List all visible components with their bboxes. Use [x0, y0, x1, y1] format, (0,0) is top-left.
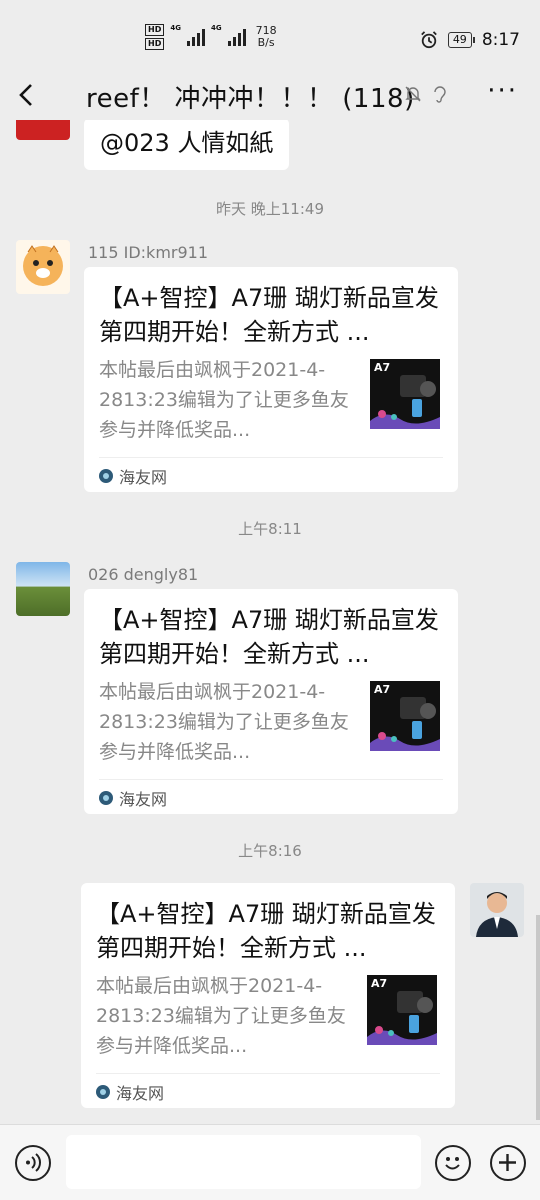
clock: 8:17: [481, 30, 520, 50]
network-type-label: 4G: [170, 24, 181, 32]
link-card[interactable]: 【A+智控】A7珊 瑚灯新品宣发 第四期开始！全新方式 ... 本帖最后由飒枫于…: [84, 589, 458, 814]
chat-header: reef！ 冲冲冲！！！ (118) ···: [0, 70, 540, 120]
alarm-icon: [420, 31, 437, 49]
link-card[interactable]: 【A+智控】A7珊 瑚灯新品宣发 第四期开始！全新方式 ... 本帖最后由飒枫于…: [84, 267, 458, 492]
source-label: 海友网: [119, 468, 168, 487]
timestamp: 上午8:16: [238, 842, 302, 860]
link-card[interactable]: 【A+智控】A7珊 瑚灯新品宣发 第四期开始！全新方式 ... 本帖最后由飒枫于…: [81, 883, 455, 1108]
product-image: [370, 375, 440, 429]
more-functions-button[interactable]: [490, 1145, 526, 1181]
avatar[interactable]: [16, 120, 70, 140]
network-indicators: HD HD 4G 4G 718 B/s: [145, 24, 277, 50]
signal-icon: [186, 28, 205, 46]
avatar[interactable]: [16, 240, 70, 294]
smiley-icon: [445, 1157, 460, 1170]
message-input[interactable]: [66, 1135, 421, 1189]
person-avatar-image: [470, 883, 524, 937]
product-image: [370, 697, 440, 751]
source-logo-icon: [99, 469, 113, 483]
signal-icon: [227, 28, 246, 46]
voice-icon: [26, 1153, 42, 1172]
tiger-avatar-image: [23, 245, 63, 286]
sender-name: 115 ID:kmr911: [88, 243, 209, 262]
source-label: 海友网: [119, 790, 168, 809]
divider: [99, 779, 443, 780]
network-speed: 718 B/s: [256, 25, 277, 49]
source-logo-icon: [96, 1085, 110, 1099]
card-title: 【A+智控】A7珊 瑚灯新品宣发 第四期开始！全新方式 ...: [99, 606, 439, 668]
scrollbar[interactable]: [536, 915, 540, 1120]
hd-badge: HD: [145, 24, 165, 36]
back-icon[interactable]: [14, 82, 40, 108]
card-source: 海友网: [99, 464, 167, 488]
status-right: 49 8:17: [420, 30, 520, 50]
card-description: 本帖最后由飒枫于2021-4-2813:23编辑为了让更多鱼友参与并降低奖品..…: [99, 681, 349, 763]
status-bar: HD HD 4G 4G 718 B/s 49 8:17: [0, 0, 540, 70]
speed-unit: B/s: [257, 36, 275, 49]
more-options-button[interactable]: ···: [487, 78, 518, 104]
avatar[interactable]: [16, 562, 70, 616]
card-description: 本帖最后由飒枫于2021-4-2813:23编辑为了让更多鱼友参与并降低奖品..…: [96, 975, 346, 1057]
own-avatar[interactable]: [470, 883, 524, 937]
ear-icon: [434, 86, 446, 103]
chat-area[interactable]: @023 人情如紙 昨天 晚上11:49 115 ID:kmr911 【A+智控…: [0, 120, 540, 1124]
emoji-button[interactable]: [435, 1145, 471, 1181]
card-title: 【A+智控】A7珊 瑚灯新品宣发 第四期开始！全新方式 ...: [96, 900, 436, 962]
divider: [99, 457, 443, 458]
mute-bell-icon: [405, 86, 421, 102]
card-description: 本帖最后由飒枫于2021-4-2813:23编辑为了让更多鱼友参与并降低奖品..…: [99, 359, 349, 441]
battery-icon: 49: [447, 32, 475, 48]
card-thumbnail: A7: [370, 681, 440, 751]
timestamp: 上午8:11: [238, 520, 302, 538]
input-bar: [0, 1124, 540, 1200]
card-title: 【A+智控】A7珊 瑚灯新品宣发 第四期开始！全新方式 ...: [99, 284, 439, 346]
card-thumbnail: A7: [370, 359, 440, 429]
hd-badge: HD: [145, 38, 165, 50]
title-status-icons: [404, 85, 448, 103]
hd-indicators: HD HD: [145, 24, 165, 50]
sender-name: 026 dengly81: [88, 565, 199, 584]
plus-icon: [499, 1154, 516, 1171]
text-message[interactable]: @023 人情如紙: [84, 120, 290, 170]
divider: [96, 1073, 440, 1074]
chat-title: reef！ 冲冲冲！！！ (118): [86, 84, 415, 114]
source-label: 海友网: [116, 1084, 165, 1103]
timestamp: 昨天 晚上11:49: [216, 200, 324, 218]
card-source: 海友网: [99, 786, 167, 810]
source-logo-icon: [99, 791, 113, 805]
network-type-label: 4G: [210, 24, 222, 32]
card-thumbnail: A7: [367, 975, 437, 1045]
voice-button[interactable]: [15, 1145, 51, 1181]
card-source: 海友网: [96, 1080, 164, 1104]
product-image: [367, 991, 437, 1045]
